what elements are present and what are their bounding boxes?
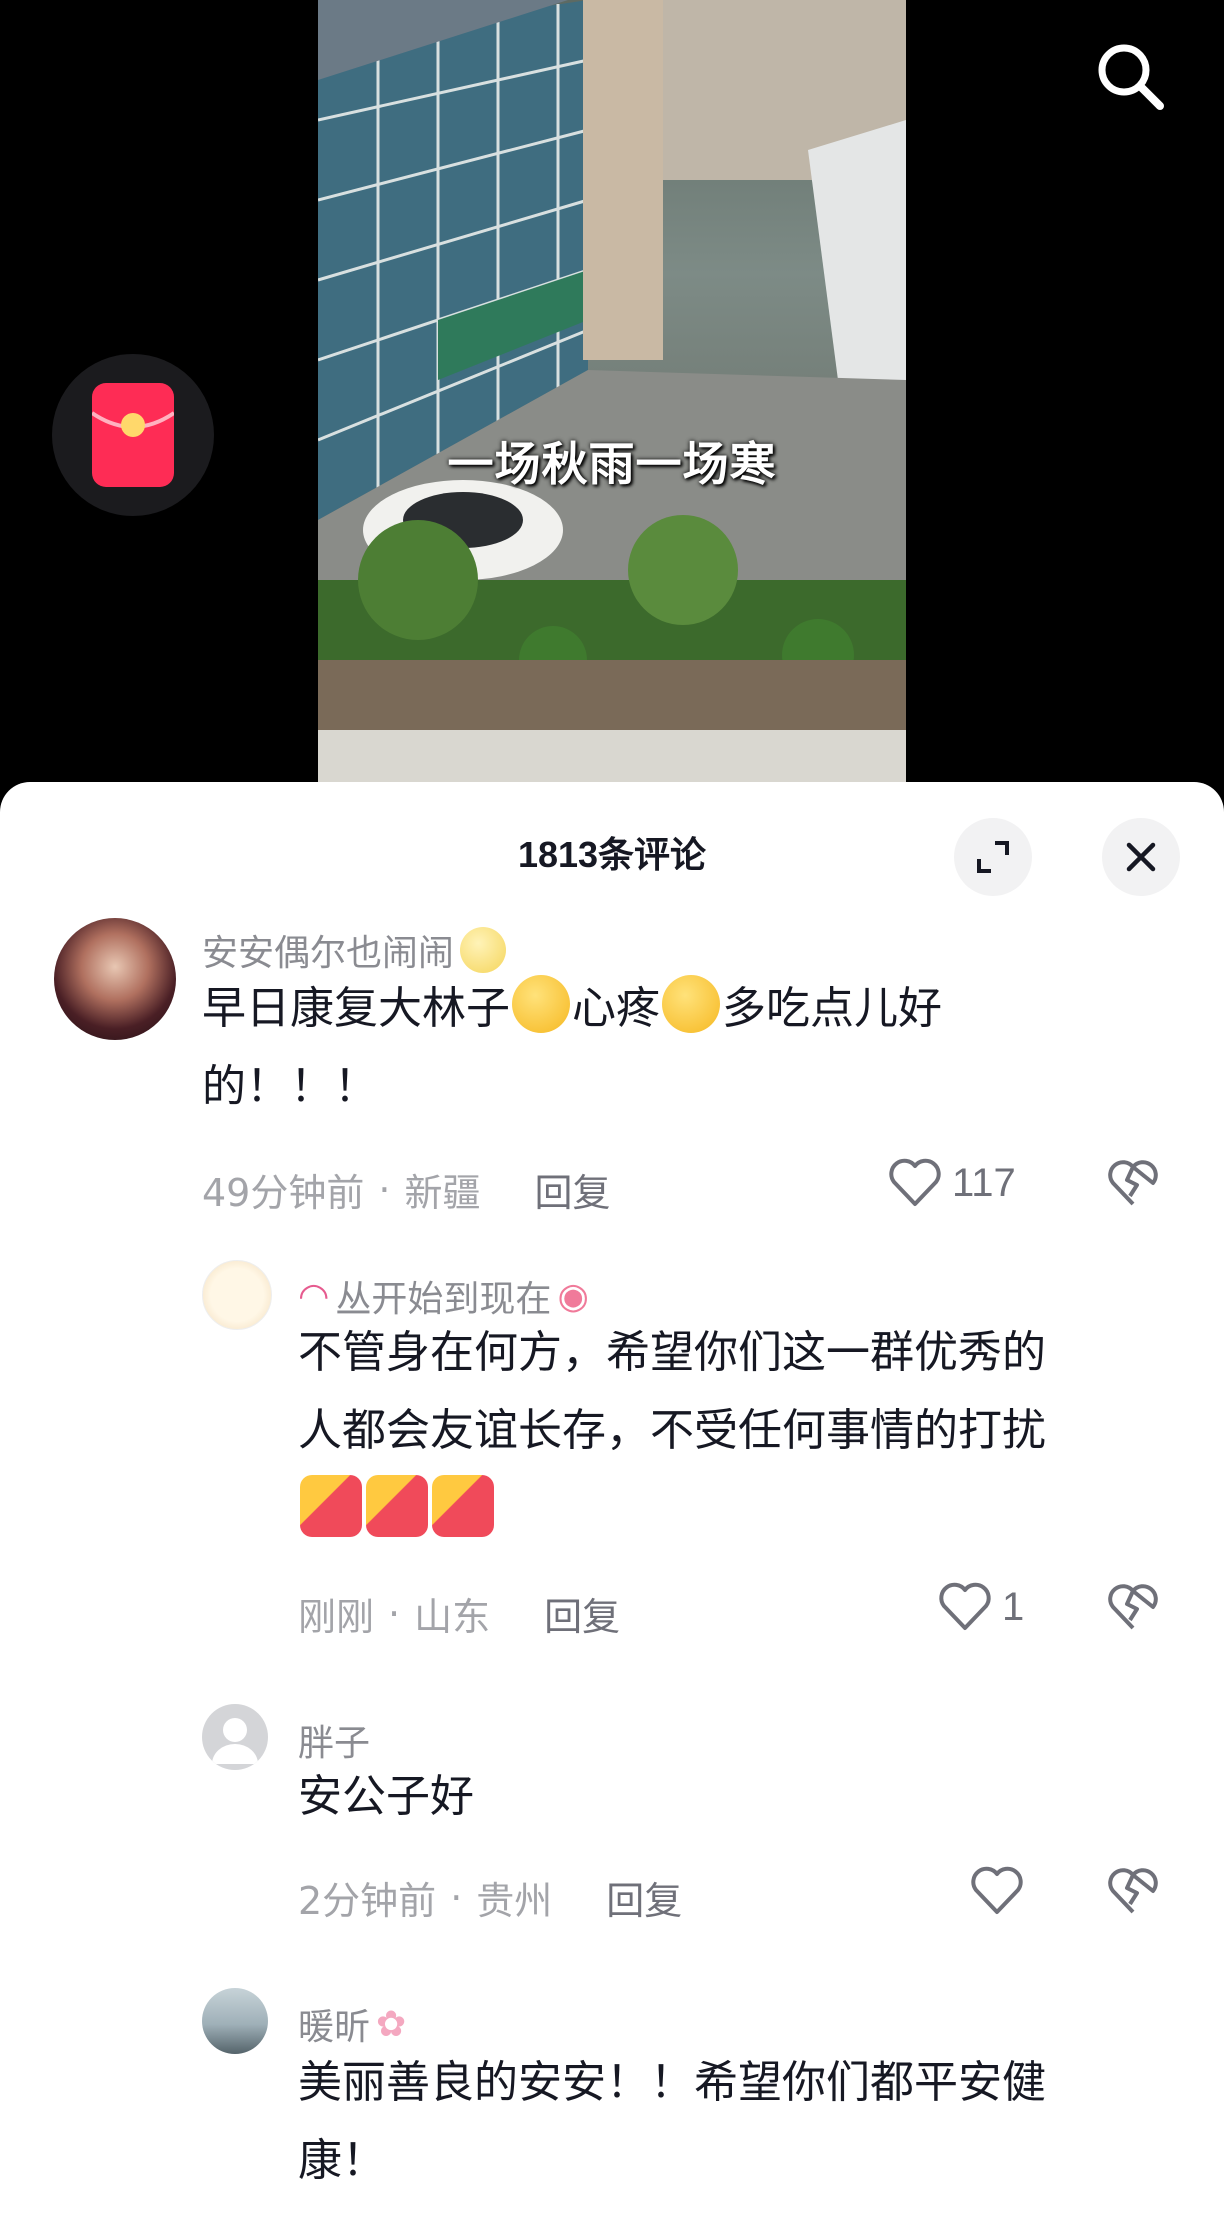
lips-emoji-icon: ◉ xyxy=(557,1275,589,1317)
like-count: 117 xyxy=(952,1160,1016,1205)
like-button[interactable]: 1 xyxy=(938,1582,1024,1632)
comment-text: 安公子好 xyxy=(298,1771,474,1822)
red-packet-button[interactable] xyxy=(52,354,214,516)
comment-time: 49分钟前 xyxy=(202,1171,365,1215)
avatar[interactable] xyxy=(202,1988,268,2054)
reply-button[interactable]: 回复 xyxy=(534,1162,610,1217)
expand-icon xyxy=(977,841,1009,873)
comment-meta: 刚刚 · 山东 回复 xyxy=(298,1586,620,1641)
default-avatar-icon xyxy=(212,1718,258,1764)
dislike-button[interactable] xyxy=(1108,1584,1158,1636)
heart-icon xyxy=(939,1582,991,1630)
reply-button[interactable]: 回复 xyxy=(544,1586,620,1641)
video-frame[interactable]: 一场秋雨一场寒 xyxy=(318,0,906,782)
search-button[interactable] xyxy=(1090,36,1170,116)
comment-text-line2: 的！！！ xyxy=(202,1061,378,1112)
comment-text: 早日康复大林子 心疼 多吃点儿好 xyxy=(202,970,942,1048)
search-icon xyxy=(1098,44,1164,110)
expand-button[interactable] xyxy=(954,818,1032,896)
cherry-blossom-emoji-icon: ✿ xyxy=(376,2003,407,2045)
comment-username[interactable]: 暖昕 ✿ xyxy=(298,1998,406,2050)
comment-meta: 2分钟前 · 贵州 回复 xyxy=(298,1870,682,1925)
avatar[interactable] xyxy=(202,1260,272,1330)
dislike-button[interactable] xyxy=(1108,1868,1158,1920)
comments-panel: 1813条评论 安安偶尔也闹闹 早日康复大林子 心疼 多吃点儿好 的！！！ 49分钟… xyxy=(0,782,1224,2234)
comment-emoji-line xyxy=(298,1472,496,1550)
broken-heart-icon xyxy=(1108,1584,1158,1630)
crying-emoji-icon xyxy=(662,975,720,1033)
comment-location: 新疆 xyxy=(404,1171,481,1215)
dislike-button[interactable] xyxy=(1108,1160,1158,1212)
like-button[interactable] xyxy=(970,1866,1034,1916)
comment-meta: 49分钟前 · 新疆 回复 xyxy=(202,1162,610,1217)
comment-location: 山东 xyxy=(414,1595,491,1639)
heart-icon xyxy=(971,1866,1023,1914)
video-player[interactable]: 一场秋雨一场寒 xyxy=(0,0,1224,790)
video-caption: 一场秋雨一场寒 xyxy=(447,437,777,491)
like-button[interactable]: 117 xyxy=(888,1158,1016,1208)
reply-button[interactable]: 回复 xyxy=(606,1870,682,1925)
thumbs-up-emoji-icon xyxy=(366,1475,428,1537)
avatar[interactable] xyxy=(54,918,176,1040)
comment-text: 不管身在何方，希望你们这一群优秀的 xyxy=(298,1327,1046,1378)
thumbs-up-emoji-icon xyxy=(300,1475,362,1537)
comment-time: 2分钟前 xyxy=(298,1879,437,1923)
comment-location: 贵州 xyxy=(476,1879,553,1923)
broken-heart-icon xyxy=(1108,1868,1158,1914)
comment-text-line2: 人都会友谊长存，不受任何事情的打扰 xyxy=(298,1405,1046,1456)
comment-time: 刚刚 xyxy=(298,1595,375,1639)
heart-icon xyxy=(889,1158,941,1206)
video-scene-illustration xyxy=(318,0,906,782)
red-packet-icon xyxy=(92,383,174,487)
like-count: 1 xyxy=(1002,1584,1025,1629)
comment-text-line2: 康！ xyxy=(298,2135,386,2186)
close-icon xyxy=(1126,842,1156,872)
broken-heart-icon xyxy=(1108,1160,1158,1206)
comment-username[interactable]: 安安偶尔也闹闹 xyxy=(202,924,508,976)
close-button[interactable] xyxy=(1102,818,1180,896)
avatar[interactable] xyxy=(202,1704,268,1770)
comments-count-title: 1813条评论 xyxy=(517,834,707,875)
crying-emoji-icon xyxy=(512,975,570,1033)
comment-text: 美丽善良的安安！！希望你们都平安健 xyxy=(298,2057,1046,2108)
wink-emoji-icon xyxy=(460,927,507,973)
rainbow-emoji-icon: ◠ xyxy=(298,1275,330,1317)
thumbs-up-emoji-icon xyxy=(432,1475,494,1537)
